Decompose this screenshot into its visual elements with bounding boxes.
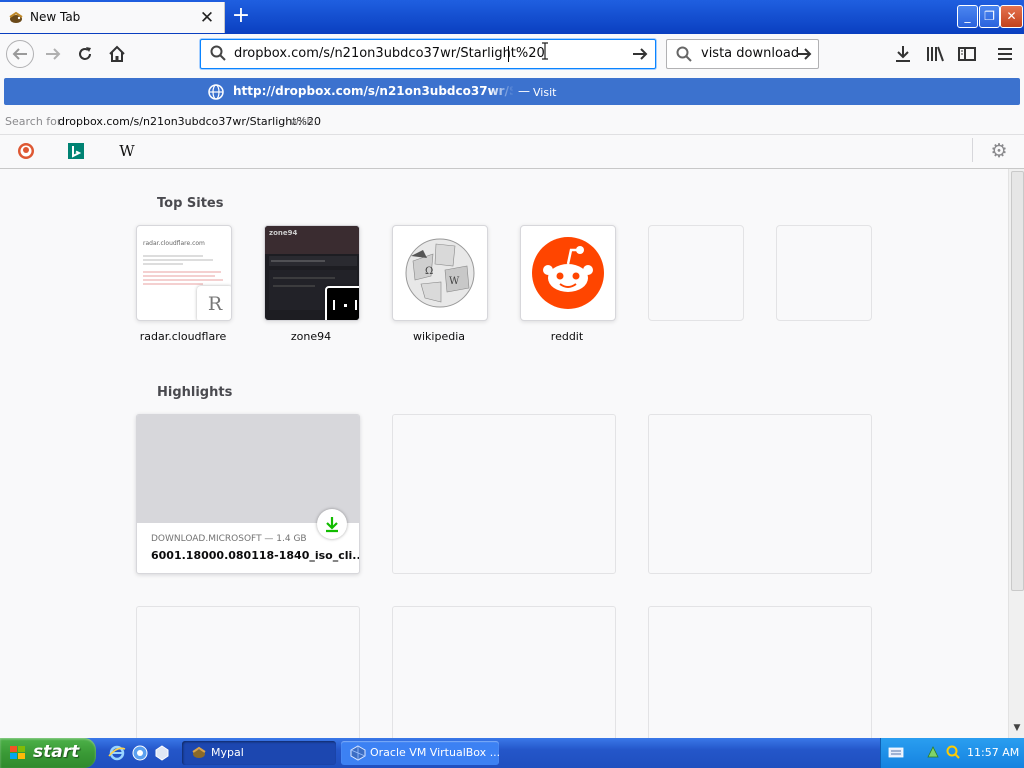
highlight-card-title: 6001.18000.080118-1840_iso_cli... xyxy=(151,549,360,562)
top-site-tile-empty[interactable] xyxy=(776,225,872,321)
reddit-icon xyxy=(532,237,604,309)
clock: 11:57 AM xyxy=(967,746,1020,759)
scrollbar-thumb[interactable] xyxy=(1011,171,1024,591)
visit-suggestion-row[interactable]: http://dropbox.com/s/n21on3ubdco37wr/Sta… xyxy=(4,78,1020,105)
highlights-heading: Highlights xyxy=(157,385,233,400)
minimize-button[interactable]: _ xyxy=(957,5,978,28)
search-input[interactable]: vista download xyxy=(701,46,799,61)
mypal-favicon-icon xyxy=(8,11,24,25)
top-site-tile-radar-cloudflare[interactable]: radar.cloudflare.com R xyxy=(136,225,232,321)
virtualbox-icon xyxy=(350,745,366,761)
url-suggestions-dropdown: http://dropbox.com/s/n21on3ubdco37wr/Sta… xyxy=(0,74,1024,169)
keyboard-icon[interactable] xyxy=(888,745,904,759)
top-site-tile-wikipedia[interactable]: Ω W xyxy=(392,225,488,321)
gear-icon[interactable]: ⚙ xyxy=(985,137,1013,165)
bing-icon[interactable] xyxy=(64,139,88,163)
top-site-tile-empty[interactable] xyxy=(648,225,744,321)
top-site-label[interactable]: radar.cloudflare xyxy=(118,330,248,343)
taskbar-button-mypal[interactable]: Mypal xyxy=(182,741,336,765)
tile-badge: R xyxy=(197,286,231,320)
search-for-with: with: xyxy=(290,115,318,128)
top-site-tile-reddit[interactable] xyxy=(520,225,616,321)
network-icon[interactable] xyxy=(925,744,941,760)
taskbar-button-label: Mypal xyxy=(211,746,244,759)
search-for-term: dropbox.com/s/n21on3ubdco37wr/Starlight%… xyxy=(58,115,321,128)
duckduckgo-icon[interactable] xyxy=(14,139,38,163)
maximize-button[interactable]: ❐ xyxy=(979,5,1000,28)
wikipedia-icon[interactable]: W xyxy=(115,139,139,163)
search-tray-icon[interactable] xyxy=(945,744,961,760)
highlight-card-empty xyxy=(392,414,616,574)
quick-launch-icon[interactable] xyxy=(153,744,171,762)
tab-close-icon[interactable]: ✕ xyxy=(196,7,218,29)
highlight-card-empty xyxy=(648,606,872,738)
search-icon xyxy=(209,44,227,62)
mypal-icon xyxy=(191,745,207,761)
vertical-scrollbar[interactable]: ▼ xyxy=(1008,169,1024,738)
reload-icon[interactable] xyxy=(72,41,98,67)
start-label: start xyxy=(33,742,80,762)
start-button[interactable]: start xyxy=(0,738,96,768)
highlight-card-empty xyxy=(136,606,360,738)
download-icon xyxy=(317,509,347,539)
windows-logo-icon xyxy=(9,745,27,761)
highlight-card-download[interactable]: DOWNLOAD.MICROSOFT — 1.4 GB 6001.18000.0… xyxy=(136,414,360,574)
top-site-tile-zone94[interactable]: zone94 xyxy=(264,225,360,321)
navigation-toolbar: dropbox.com/s/n21on3ubdco37wr/Starlight%… xyxy=(0,34,1024,75)
downloads-icon[interactable] xyxy=(890,41,916,67)
search-for-row: Search for dropbox.com/s/n21on3ubdco37wr… xyxy=(0,110,1024,135)
pong-icon xyxy=(325,286,359,320)
taskbar-button-label: Oracle VM VirtualBox ... xyxy=(370,746,501,759)
visit-url-fade xyxy=(490,78,514,105)
tab-title: New Tab xyxy=(30,10,81,24)
url-input[interactable]: dropbox.com/s/n21on3ubdco37wr/Starlight%… xyxy=(234,46,545,61)
top-site-label[interactable]: reddit xyxy=(502,330,632,343)
search-bar[interactable]: vista download xyxy=(666,39,819,69)
divider xyxy=(972,138,973,162)
internet-explorer-icon[interactable] xyxy=(108,744,126,762)
taskbar: start Mypal Oracle VM VirtualBox ... 11:… xyxy=(0,738,1024,768)
highlight-card-source: DOWNLOAD.MICROSOFT — 1.4 GB xyxy=(151,534,307,544)
text-caret xyxy=(508,46,509,62)
wikipedia-globe-icon: Ω W xyxy=(405,238,475,308)
go-arrow-icon[interactable] xyxy=(629,43,651,65)
url-bar[interactable]: dropbox.com/s/n21on3ubdco37wr/Starlight%… xyxy=(200,39,656,69)
tab-new-tab[interactable]: New Tab ✕ xyxy=(0,2,225,33)
close-window-button[interactable]: ✕ xyxy=(1000,5,1023,28)
highlight-card-image xyxy=(137,415,359,523)
menu-icon[interactable] xyxy=(992,41,1018,67)
search-go-arrow-icon[interactable] xyxy=(793,43,815,65)
top-site-label[interactable]: zone94 xyxy=(246,330,376,343)
ibeam-cursor-icon xyxy=(541,42,549,64)
back-icon[interactable] xyxy=(6,40,34,68)
forward-icon[interactable] xyxy=(40,41,66,67)
search-for-label: Search for xyxy=(5,115,62,128)
quick-launch-icon[interactable] xyxy=(131,744,149,762)
svg-text:W: W xyxy=(449,276,460,287)
highlight-card-empty xyxy=(648,414,872,574)
system-tray: 11:57 AM xyxy=(880,738,1024,768)
title-bar: New Tab ✕ + _ ❐ ✕ xyxy=(0,0,1024,34)
visit-separator: — xyxy=(518,84,530,98)
highlight-card-empty xyxy=(392,606,616,738)
taskbar-button-virtualbox[interactable]: Oracle VM VirtualBox ... xyxy=(341,741,501,765)
svg-text:Ω: Ω xyxy=(425,266,433,277)
search-engines-row: W ⚙ xyxy=(0,135,1024,167)
scroll-down-arrow-icon[interactable]: ▼ xyxy=(1010,721,1024,735)
new-tab-page: Top Sites radar.cloudflare.com R zone94 xyxy=(0,169,1008,738)
sidebar-icon[interactable] xyxy=(954,41,980,67)
search-icon xyxy=(675,45,693,63)
new-tab-icon[interactable]: + xyxy=(230,4,252,28)
home-icon[interactable] xyxy=(104,41,130,67)
top-site-label[interactable]: wikipedia xyxy=(374,330,504,343)
tile-preview-text: zone94 xyxy=(269,229,298,237)
library-icon[interactable] xyxy=(922,41,948,67)
tile-preview-text: radar.cloudflare.com xyxy=(143,240,205,247)
globe-icon xyxy=(207,83,225,101)
visit-label: Visit xyxy=(533,86,557,99)
top-sites-heading: Top Sites xyxy=(157,196,224,211)
visit-url: http://dropbox.com/s/n21on3ubdco37wr/Sta… xyxy=(233,84,513,98)
